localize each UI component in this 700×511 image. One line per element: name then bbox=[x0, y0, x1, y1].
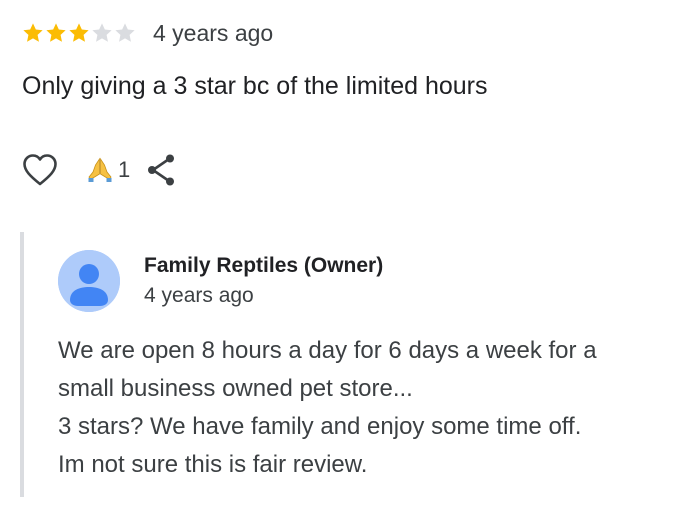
review-timestamp: 4 years ago bbox=[153, 19, 274, 46]
rating-row: 4 years ago bbox=[22, 18, 273, 48]
reply-line: Im not sure this is fair review. bbox=[58, 451, 368, 478]
owner-avatar[interactable] bbox=[58, 250, 120, 312]
review-card: 4 years ago Only giving a 3 star bc of t… bbox=[0, 0, 700, 511]
reply-line: small business owned pet store... bbox=[58, 375, 413, 402]
star-empty-icon bbox=[115, 23, 135, 42]
reply-line: 3 stars? We have family and enjoy some t… bbox=[58, 413, 582, 440]
star-filled-icon bbox=[69, 23, 89, 42]
praying-hands-icon bbox=[88, 157, 112, 182]
heart-outline-icon bbox=[23, 154, 57, 186]
like-button[interactable] bbox=[22, 153, 58, 187]
owner-name[interactable]: Family Reptiles (Owner) bbox=[144, 254, 383, 278]
person-avatar-icon bbox=[58, 250, 120, 312]
star-empty-icon bbox=[92, 23, 112, 42]
share-button[interactable] bbox=[146, 153, 176, 187]
owner-reply-timestamp: 4 years ago bbox=[144, 284, 254, 307]
owner-reply-text: We are open 8 hours a day for 6 days a w… bbox=[58, 332, 688, 484]
reaction-count: 1 bbox=[118, 157, 131, 182]
star-filled-icon bbox=[46, 23, 66, 42]
share-icon bbox=[148, 154, 175, 186]
review-text: Only giving a 3 star bc of the limited h… bbox=[22, 72, 488, 100]
review-actions: 1 bbox=[22, 150, 176, 190]
star-rating bbox=[22, 22, 137, 44]
reply-line: We are open 8 hours a day for 6 days a w… bbox=[58, 337, 597, 364]
star-filled-icon bbox=[23, 23, 43, 42]
owner-reply: Family Reptiles (Owner) 4 years ago We a… bbox=[20, 232, 684, 497]
reaction-button[interactable]: 1 bbox=[88, 157, 130, 183]
